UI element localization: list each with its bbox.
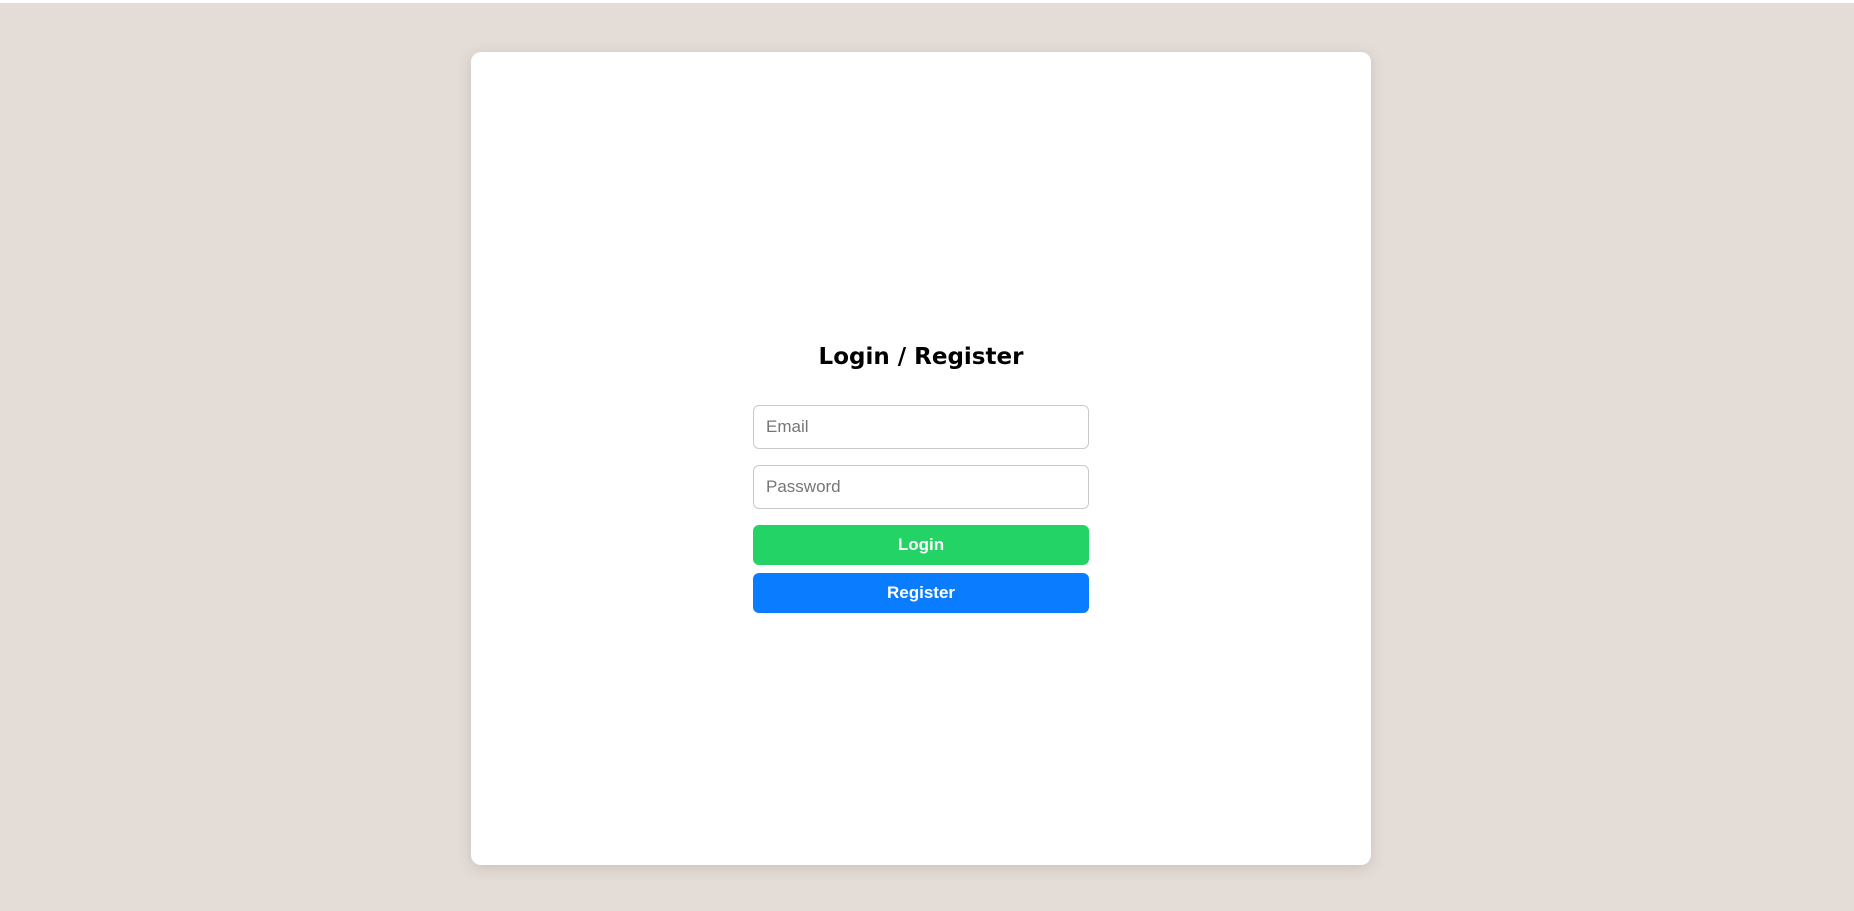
email-field[interactable] — [753, 405, 1089, 449]
login-button[interactable]: Login — [753, 525, 1089, 565]
register-button[interactable]: Register — [753, 573, 1089, 613]
auth-form: Login / Register Login Register — [753, 335, 1089, 613]
top-strip — [0, 0, 1854, 3]
password-field[interactable] — [753, 465, 1089, 509]
auth-card: Login / Register Login Register — [471, 52, 1371, 865]
page-title: Login / Register — [818, 344, 1024, 370]
